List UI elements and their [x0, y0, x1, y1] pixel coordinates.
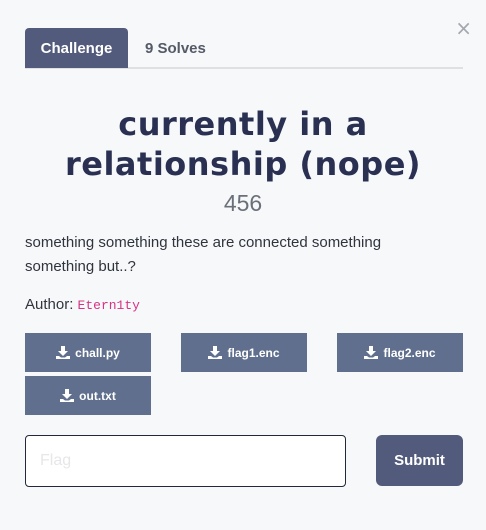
file-download-flag2-enc[interactable]: flag2.enc: [337, 333, 463, 372]
challenge-title: currently in a relationship (nope): [0, 104, 486, 184]
file-name: chall.py: [75, 345, 120, 360]
author-line: Author: Etern1ty: [25, 296, 140, 313]
challenge-tabs: Challenge 9 Solves: [25, 28, 463, 69]
download-icon: [56, 346, 71, 359]
submit-button[interactable]: Submit: [376, 435, 463, 486]
challenge-description: something something these are connected …: [25, 231, 465, 279]
challenge-title-line2: relationship (nope): [64, 145, 422, 183]
file-name: out.txt: [79, 388, 116, 403]
download-icon: [364, 346, 379, 359]
challenge-title-line1: currently in a: [118, 105, 368, 143]
tab-solves[interactable]: 9 Solves: [128, 28, 221, 68]
author-name: Etern1ty: [77, 298, 140, 313]
file-download-chall-py[interactable]: chall.py: [25, 333, 151, 372]
download-icon: [208, 346, 223, 359]
tab-challenge[interactable]: Challenge: [25, 28, 128, 68]
description-line1: something something these are connected …: [25, 234, 382, 251]
download-icon: [60, 389, 75, 402]
challenge-points: 456: [223, 190, 263, 216]
flag-input[interactable]: [25, 435, 346, 487]
author-label: Author:: [25, 296, 74, 313]
file-download-out-txt[interactable]: out.txt: [25, 376, 151, 415]
description-line2: something but..?: [25, 258, 136, 275]
file-download-flag1-enc[interactable]: flag1.enc: [181, 333, 307, 372]
file-name: flag2.enc: [383, 345, 436, 360]
file-name: flag1.enc: [227, 345, 280, 360]
